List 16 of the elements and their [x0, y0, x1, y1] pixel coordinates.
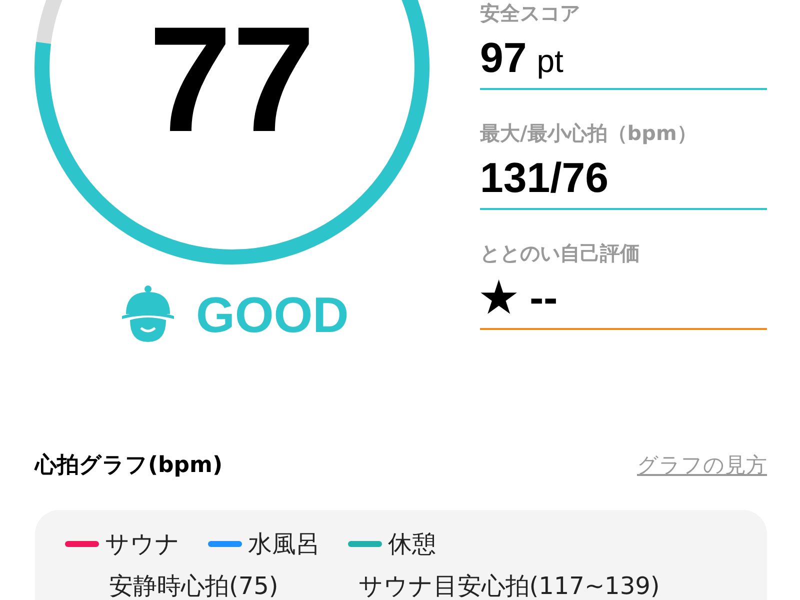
reference-label: サウナ目安心拍(117~139) — [358, 571, 660, 600]
stat-value: ★ -- — [480, 274, 558, 322]
help-link[interactable]: グラフの見方 — [637, 451, 767, 479]
score-value: 77 — [148, 4, 316, 154]
stat-label: ととのい自己評価 — [480, 240, 641, 266]
rating-text: GOOD — [196, 286, 349, 344]
stat-value: 131/76 — [480, 154, 608, 202]
stat-value: 97 — [480, 34, 527, 82]
stat-label: 安全スコア — [480, 0, 581, 26]
legend-label: サウナ — [105, 529, 180, 560]
legend-label: 休憩 — [388, 529, 436, 560]
graph-title: 心拍グラフ(bpm) — [35, 452, 223, 480]
stat-unit: pt — [536, 43, 564, 80]
legend-label: 水風呂 — [248, 529, 320, 560]
reference-label: 安静時心拍(75) — [109, 571, 278, 600]
stat-label: 最大/最小心拍（bpm） — [480, 120, 698, 146]
